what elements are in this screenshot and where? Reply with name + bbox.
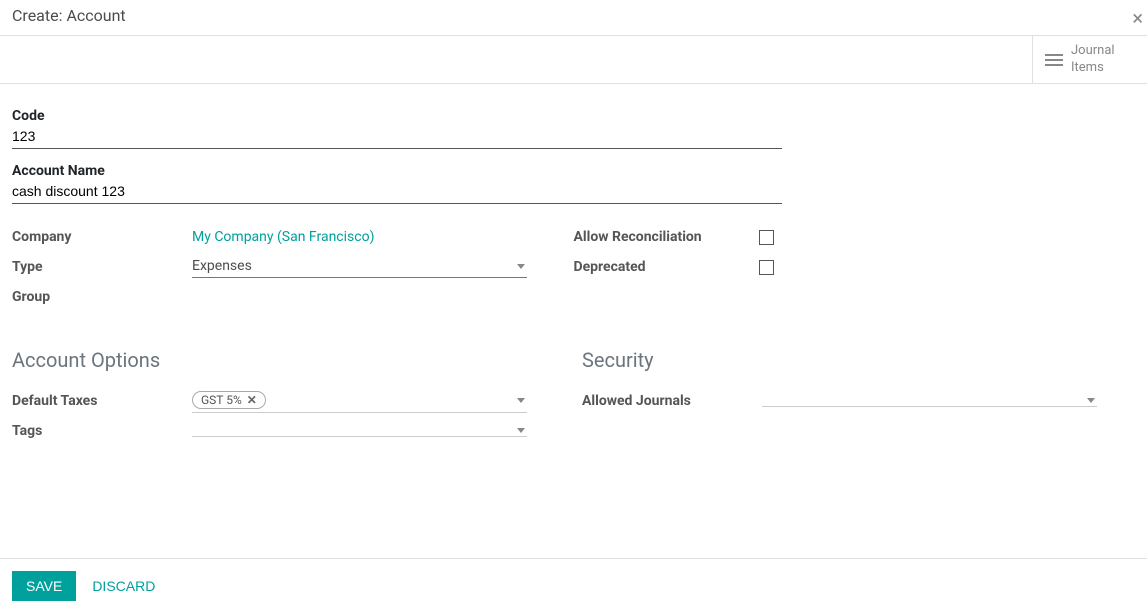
discard-button[interactable]: DISCARD — [92, 578, 155, 594]
stat-bar: Journal Items — [0, 36, 1147, 84]
allowed-journals-label: Allowed Journals — [582, 393, 762, 409]
stat-button-text: Journal Items — [1071, 43, 1115, 77]
account-name-label: Account Name — [12, 163, 1135, 179]
tags-label: Tags — [12, 423, 192, 439]
form-body: Code Account Name Company My Company (Sa… — [0, 84, 1147, 454]
group-label: Group — [12, 289, 192, 305]
deprecated-label: Deprecated — [574, 259, 759, 275]
chevron-down-icon — [1087, 398, 1095, 403]
allowed-journals-select[interactable] — [762, 396, 1097, 407]
chevron-down-icon — [517, 264, 525, 269]
deprecated-checkbox[interactable] — [759, 260, 774, 275]
account-name-input[interactable] — [12, 181, 782, 204]
remove-tag-icon[interactable]: ✕ — [247, 393, 257, 407]
default-taxes-label: Default Taxes — [12, 393, 192, 409]
company-link[interactable]: My Company (San Francisco) — [192, 229, 574, 245]
tax-tag-label: GST 5% — [201, 393, 242, 407]
modal-footer: SAVE DISCARD — [0, 558, 1147, 613]
modal-title: Create: Account — [12, 6, 126, 25]
type-label: Type — [12, 259, 192, 275]
tax-tag: GST 5% ✕ — [192, 391, 266, 409]
allow-reconciliation-checkbox[interactable] — [759, 230, 774, 245]
type-select[interactable]: Expenses — [192, 256, 527, 278]
allow-reconciliation-label: Allow Reconciliation — [574, 229, 759, 245]
code-label: Code — [12, 108, 1135, 124]
journal-items-button[interactable]: Journal Items — [1032, 36, 1147, 83]
chevron-down-icon — [517, 398, 525, 403]
type-value: Expenses — [192, 258, 252, 274]
account-options-title: Account Options — [12, 348, 582, 372]
save-button[interactable]: SAVE — [12, 571, 76, 601]
company-label: Company — [12, 229, 192, 245]
modal-header: Create: Account × — [0, 0, 1147, 35]
close-icon[interactable]: × — [1132, 6, 1143, 30]
chevron-down-icon — [517, 428, 525, 433]
security-title: Security — [582, 348, 1135, 372]
default-taxes-select[interactable]: GST 5% ✕ — [192, 389, 527, 413]
tags-select[interactable] — [192, 426, 527, 437]
code-input[interactable] — [12, 126, 782, 149]
list-icon — [1045, 54, 1063, 66]
